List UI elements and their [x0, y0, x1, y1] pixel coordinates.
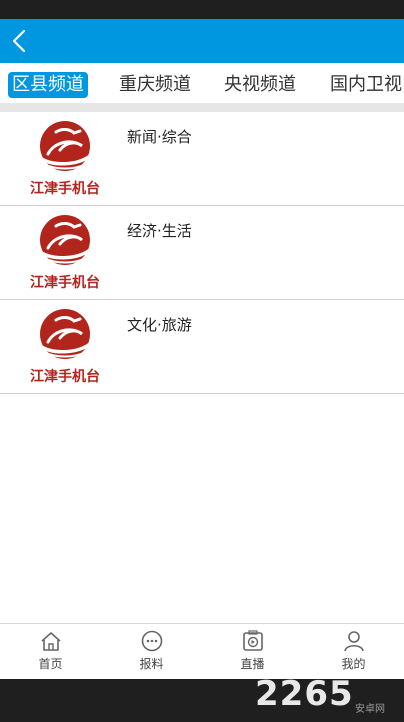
logo-text: 江津手机台	[30, 181, 100, 197]
status-bar	[0, 0, 404, 19]
crane-logo-icon	[38, 121, 92, 171]
nav-report[interactable]: 报料	[101, 630, 202, 680]
channel-logo: 江津手机台	[22, 214, 108, 292]
channel-tabs: 区县频道 重庆频道 央视频道 国内卫视	[0, 63, 404, 103]
list-item[interactable]: 江津手机台 文化·旅游	[0, 300, 404, 394]
nav-live[interactable]: 直播	[202, 630, 303, 680]
channel-logo: 江津手机台	[22, 308, 108, 386]
watermark: 2265 安卓网	[255, 674, 400, 718]
live-icon	[242, 630, 263, 651]
nav-mine-label: 我的	[341, 657, 366, 671]
crane-logo-icon	[38, 215, 92, 265]
tab-domestic-satellite[interactable]: 国内卫视	[326, 72, 404, 98]
chevron-left-icon	[12, 29, 26, 53]
tab-district[interactable]: 区县频道	[8, 72, 88, 98]
channel-title: 经济·生活	[127, 222, 192, 240]
list-item[interactable]: 江津手机台 新闻·综合	[0, 112, 404, 206]
list-item[interactable]: 江津手机台 经济·生活	[0, 206, 404, 300]
back-button[interactable]	[8, 27, 36, 55]
nav-home[interactable]: 首页	[0, 630, 101, 680]
nav-live-label: 直播	[240, 657, 265, 671]
logo-text: 江津手机台	[30, 369, 100, 385]
bottom-nav: 首页 报料 直播 我的	[0, 623, 404, 680]
watermark-subtext: 安卓网	[355, 704, 385, 715]
user-icon	[343, 631, 364, 652]
chat-icon	[141, 630, 162, 652]
crane-logo-icon	[38, 309, 92, 359]
home-icon	[40, 632, 61, 651]
tab-chongqing[interactable]: 重庆频道	[115, 72, 195, 98]
nav-report-label: 报料	[139, 657, 164, 671]
nav-home-label: 首页	[38, 657, 63, 671]
tab-cctv[interactable]: 央视频道	[220, 72, 300, 98]
channel-title: 文化·旅游	[127, 316, 192, 334]
nav-mine[interactable]: 我的	[303, 630, 404, 680]
channel-list: 江津手机台 新闻·综合 江津手机台 经济·生活 江津手机台 文化·旅游	[0, 112, 404, 394]
divider	[0, 103, 404, 112]
channel-title: 新闻·综合	[127, 128, 192, 146]
logo-text: 江津手机台	[30, 275, 100, 291]
app-header	[0, 19, 404, 63]
channel-logo: 江津手机台	[22, 120, 108, 198]
watermark-text: 2265	[255, 674, 354, 714]
